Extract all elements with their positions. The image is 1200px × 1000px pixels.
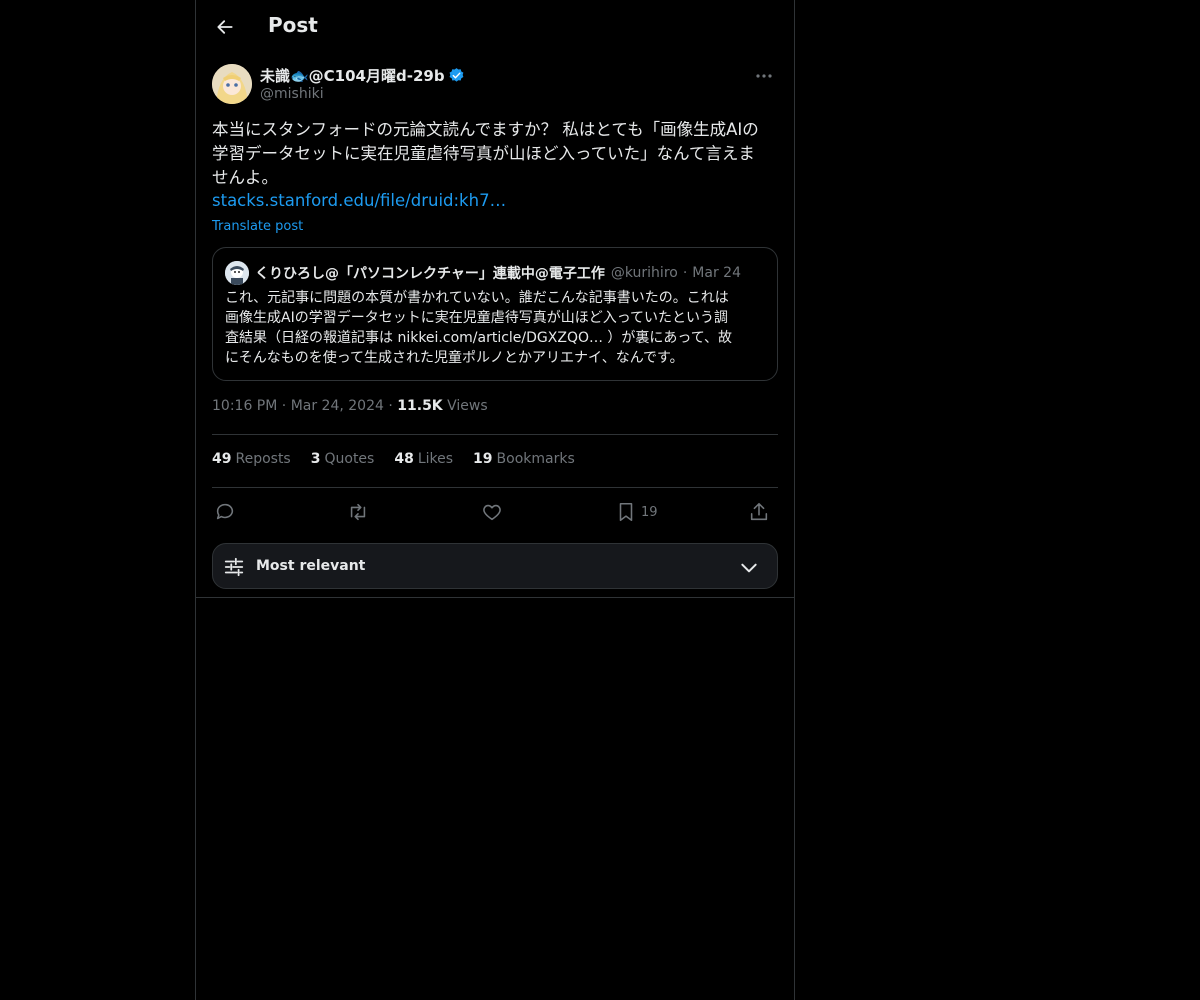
quotes-stat[interactable]: 3 Quotes bbox=[311, 451, 375, 467]
like-button[interactable] bbox=[481, 498, 503, 526]
bookmark-icon bbox=[619, 502, 633, 522]
reply-button[interactable] bbox=[214, 498, 236, 526]
share-button[interactable] bbox=[748, 498, 770, 526]
quote-display-name: くりひろし@「パソコンレクチャー」連載中@電子工作 bbox=[255, 266, 605, 282]
divider bbox=[196, 597, 794, 598]
post-meta: 10:16 PM · Mar 24, 2024 · 11.5K Views bbox=[212, 398, 488, 414]
divider bbox=[212, 434, 778, 435]
chevron-down-icon bbox=[741, 563, 757, 573]
meta-separator: · bbox=[281, 398, 291, 414]
sliders-icon bbox=[224, 557, 244, 577]
author-name-text: 未識🐟@C104月曜d-29b bbox=[260, 67, 445, 85]
reply-icon bbox=[216, 503, 234, 520]
post-stats: 49 Reposts 3 Quotes 48 Likes 19 Bookmarks bbox=[212, 451, 575, 467]
post-author: 未識🐟@C104月曜d-29b @mishiki bbox=[212, 64, 778, 108]
post-time[interactable]: 10:16 PM bbox=[212, 398, 277, 414]
sort-label: Most relevant bbox=[256, 558, 366, 574]
views-count: 11.5K bbox=[397, 398, 443, 414]
page-header: Post bbox=[196, 0, 794, 55]
views-label: Views bbox=[447, 398, 488, 414]
quote-separator: · bbox=[682, 265, 688, 281]
repost-button[interactable] bbox=[347, 498, 369, 526]
repost-icon bbox=[350, 503, 366, 521]
back-arrow-icon bbox=[217, 20, 233, 34]
back-button[interactable] bbox=[208, 10, 242, 44]
reposts-stat[interactable]: 49 Reposts bbox=[212, 451, 291, 467]
post-text: 本当にスタンフォードの元論文読んでますか？ 私はとても「画像生成AIの 学習デー… bbox=[212, 120, 759, 187]
likes-stat[interactable]: 48 Likes bbox=[394, 451, 453, 467]
divider bbox=[212, 487, 778, 488]
avatar[interactable] bbox=[212, 64, 252, 104]
bookmarks-stat[interactable]: 19 Bookmarks bbox=[473, 451, 575, 467]
bookmark-button[interactable]: 19 bbox=[615, 498, 658, 526]
share-icon bbox=[750, 502, 768, 521]
post-link[interactable]: stacks.stanford.edu/file/druid:kh7… bbox=[212, 191, 506, 210]
quote-date: Mar 24 bbox=[692, 265, 741, 281]
more-icon bbox=[756, 74, 772, 78]
meta-separator: · bbox=[388, 398, 398, 414]
like-icon bbox=[483, 504, 501, 521]
translate-post-link[interactable]: Translate post bbox=[212, 219, 303, 234]
post-actions: 19 bbox=[212, 498, 778, 526]
quote-header: くりひろし@「パソコンレクチャー」連載中@電子工作 @kurihiro · Ma… bbox=[225, 260, 770, 286]
page-title: Post bbox=[268, 13, 318, 37]
post-date[interactable]: Mar 24, 2024 bbox=[291, 398, 384, 414]
quote-text: これ、元記事に問題の本質が書かれていない。誰だこんな記事書いたの。これは 画像生… bbox=[225, 290, 733, 366]
quote-avatar bbox=[225, 261, 249, 285]
author-handle[interactable]: @mishiki bbox=[260, 86, 324, 102]
more-button[interactable] bbox=[750, 64, 778, 88]
quoted-post[interactable]: くりひろし@「パソコンレクチャー」連載中@電子工作 @kurihiro · Ma… bbox=[212, 247, 778, 381]
verified-badge-icon bbox=[449, 68, 463, 82]
quote-handle: @kurihiro bbox=[610, 265, 678, 281]
bookmark-count: 19 bbox=[641, 504, 658, 520]
author-display-name[interactable]: 未識🐟@C104月曜d-29b bbox=[260, 65, 465, 86]
reply-sort-dropdown[interactable]: Most relevant bbox=[212, 543, 778, 589]
main-column: Post 未識🐟@C104月曜d-29b @mishiki 本当にスタンフォード… bbox=[195, 0, 795, 1000]
